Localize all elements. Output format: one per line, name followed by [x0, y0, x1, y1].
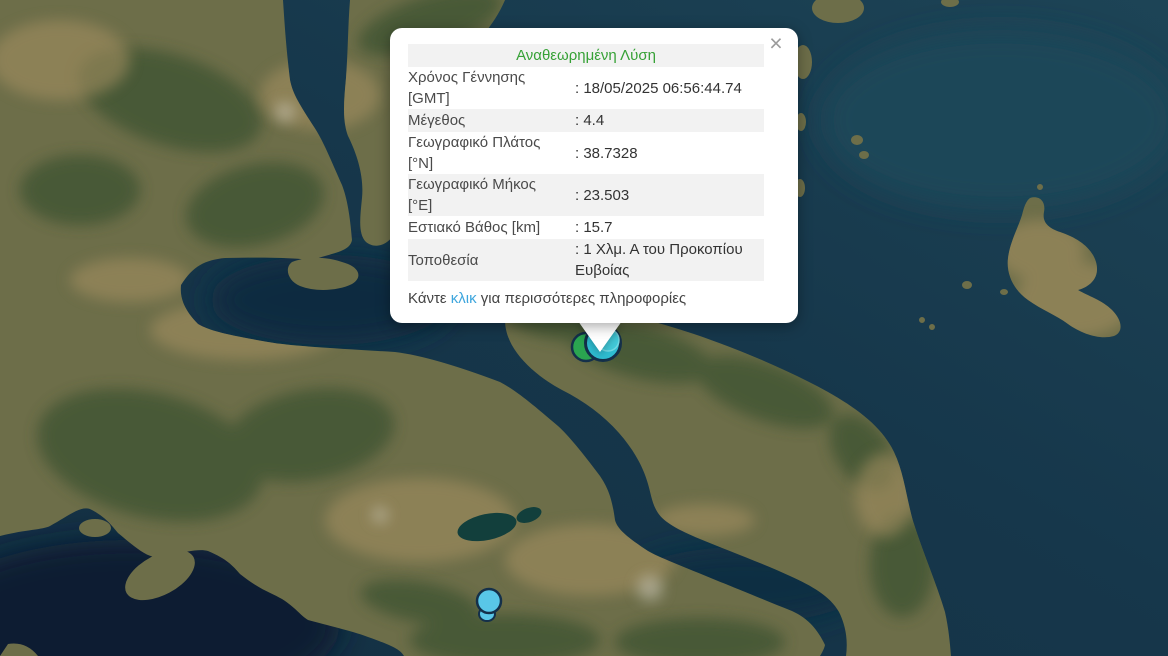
row-value: : 4.4 — [575, 110, 764, 131]
row-label: Γεωγραφικό Πλάτος [°N] — [408, 132, 575, 174]
close-icon[interactable]: × — [765, 32, 787, 54]
table-row-origin-time: Χρόνος Γέννησης [GMT] : 18/05/2025 06:56… — [408, 67, 764, 109]
row-value: : 1 Χλμ. Α του Προκοπίου Ευβοίας — [575, 239, 764, 281]
footer-text-suffix: για περισσότερες πληροφορίες — [477, 290, 687, 307]
row-label: Μέγεθος — [408, 110, 575, 131]
more-info-footer: Κάντε κλικ για περισσότερες πληροφορίες — [408, 288, 778, 310]
table-row-location: Τοποθεσία : 1 Χλμ. Α του Προκοπίου Ευβοί… — [408, 239, 764, 281]
footer-text-prefix: Κάντε — [408, 290, 451, 307]
row-value: : 15.7 — [575, 217, 764, 238]
row-label: Τοποθεσία — [408, 250, 575, 271]
earthquake-info-popup: × Αναθεωρημένη Λύση Χρόνος Γέννησης [GMT… — [390, 28, 798, 323]
row-value: : 23.503 — [575, 185, 764, 206]
row-label: Γεωγραφικό Μήκος [°E] — [408, 174, 575, 216]
row-label: Εστιακό Βάθος [km] — [408, 217, 575, 238]
row-value: : 38.7328 — [575, 143, 764, 164]
table-row-latitude: Γεωγραφικό Πλάτος [°N] : 38.7328 — [408, 132, 764, 174]
row-value: : 18/05/2025 06:56:44.74 — [575, 78, 764, 99]
earthquake-data-table: Αναθεωρημένη Λύση Χρόνος Γέννησης [GMT] … — [408, 44, 764, 281]
popup-tail — [578, 321, 622, 352]
more-info-link[interactable]: κλικ — [451, 290, 477, 307]
row-label: Χρόνος Γέννησης [GMT] — [408, 67, 575, 109]
table-row-magnitude: Μέγεθος : 4.4 — [408, 109, 764, 132]
epicenter-south-marker[interactable] — [477, 589, 501, 613]
popup-title: Αναθεωρημένη Λύση — [408, 44, 764, 67]
table-row-depth: Εστιακό Βάθος [km] : 15.7 — [408, 216, 764, 239]
map-view[interactable]: × Αναθεωρημένη Λύση Χρόνος Γέννησης [GMT… — [0, 0, 1168, 656]
table-row-longitude: Γεωγραφικό Μήκος [°E] : 23.503 — [408, 174, 764, 216]
